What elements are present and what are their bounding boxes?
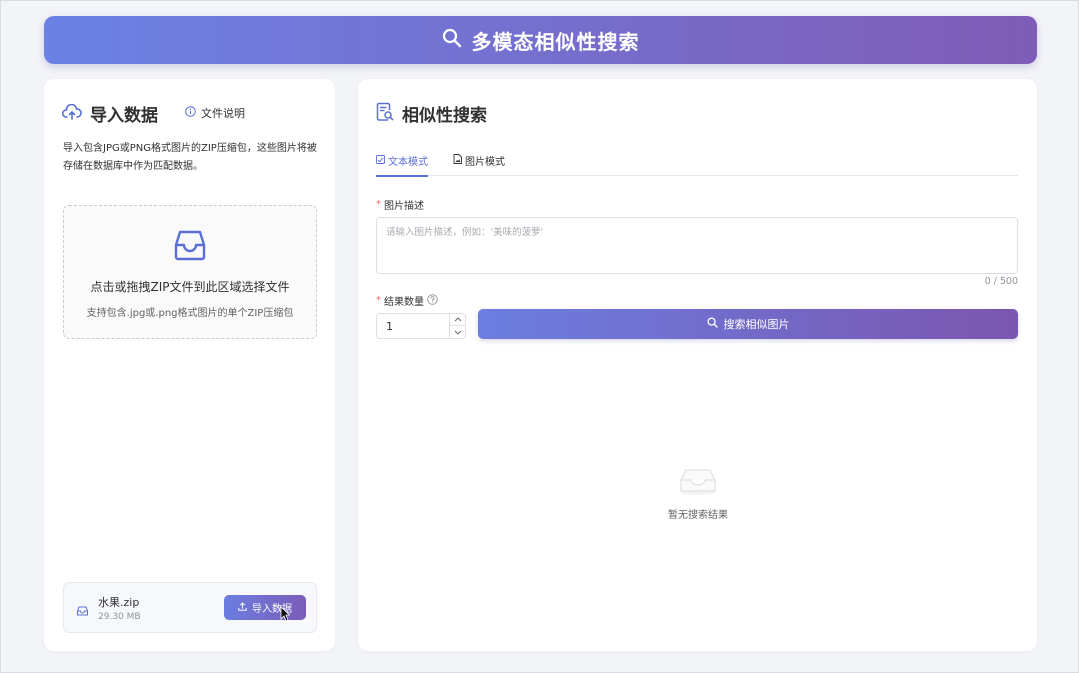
empty-results-text: 暂无搜索结果 [668, 510, 728, 521]
empty-results: 暂无搜索结果 [648, 466, 748, 521]
text-mode-icon [376, 154, 385, 167]
description-label: * 图片描述 [376, 199, 424, 212]
result-count-value[interactable]: 1 [386, 320, 393, 333]
import-header: 导入数据 [61, 101, 158, 126]
upload-icon [238, 601, 247, 614]
search-icon [706, 317, 718, 331]
selected-file: 水果.zip 29.30 MB 导入数据 [63, 582, 317, 633]
search-similar-button[interactable]: 搜索相似图片 [478, 309, 1018, 339]
zip-dropzone[interactable]: 点击或拖拽ZIP文件到此区域选择文件 支持包含.jpg或.png格式图片的单个Z… [63, 205, 317, 339]
import-description: 导入包含JPG或PNG格式图片的ZIP压缩包，这些图片将被存储在数据库中作为匹配… [63, 143, 317, 172]
dropzone-main-text: 点击或拖拽ZIP文件到此区域选择文件 [90, 280, 290, 294]
search-panel: 相似性搜索 文本模式 图片模式 * 图片描述 请输入图片描述，例如：'美味的菠萝… [358, 79, 1037, 651]
search-similar-label: 搜索相似图片 [723, 319, 790, 331]
info-icon [185, 106, 196, 120]
inbox-icon [678, 469, 718, 500]
increment-button[interactable] [450, 314, 465, 326]
import-title: 导入数据 [90, 106, 158, 126]
file-help-label: 文件说明 [201, 107, 245, 120]
inbox-icon [173, 228, 207, 266]
search-header: 相似性搜索 [376, 101, 487, 126]
file-help-link[interactable]: 文件说明 [185, 105, 245, 121]
app-title: 多模态相似性搜索 [471, 29, 640, 54]
search-title: 相似性搜索 [402, 106, 487, 126]
search-document-icon [376, 102, 394, 126]
search-mode-tabs: 文本模式 图片模式 [376, 149, 1018, 177]
image-mode-icon [453, 154, 462, 167]
inbox-icon [77, 601, 88, 620]
tab-image-mode[interactable]: 图片模式 [453, 153, 505, 168]
import-data-button[interactable]: 导入数据 [224, 595, 306, 620]
decrement-button[interactable] [450, 326, 465, 338]
import-panel: 导入数据 文件说明 导入包含JPG或PNG格式图片的ZIP压缩包，这些图片将被存… [44, 79, 335, 651]
help-circle-icon[interactable] [427, 293, 438, 308]
file-size: 29.30 MB [98, 612, 141, 622]
tab-text-mode-label: 文本模式 [388, 157, 428, 168]
description-textarea[interactable]: 请输入图片描述，例如：'美味的菠萝' [376, 217, 1018, 274]
search-icon [442, 28, 462, 52]
app-header: 多模态相似性搜索 [44, 16, 1037, 64]
result-count-stepper[interactable]: 1 [376, 313, 466, 339]
tab-text-mode[interactable]: 文本模式 [376, 153, 428, 177]
cursor-icon [280, 606, 291, 626]
file-name: 水果.zip [98, 596, 140, 609]
result-count-label: * 结果数量 [376, 293, 438, 308]
tab-image-mode-label: 图片模式 [465, 157, 505, 168]
cloud-upload-icon [61, 103, 82, 124]
char-counter: 0 / 500 [984, 276, 1018, 287]
dropzone-sub-text: 支持包含.jpg或.png格式图片的单个ZIP压缩包 [86, 308, 294, 319]
